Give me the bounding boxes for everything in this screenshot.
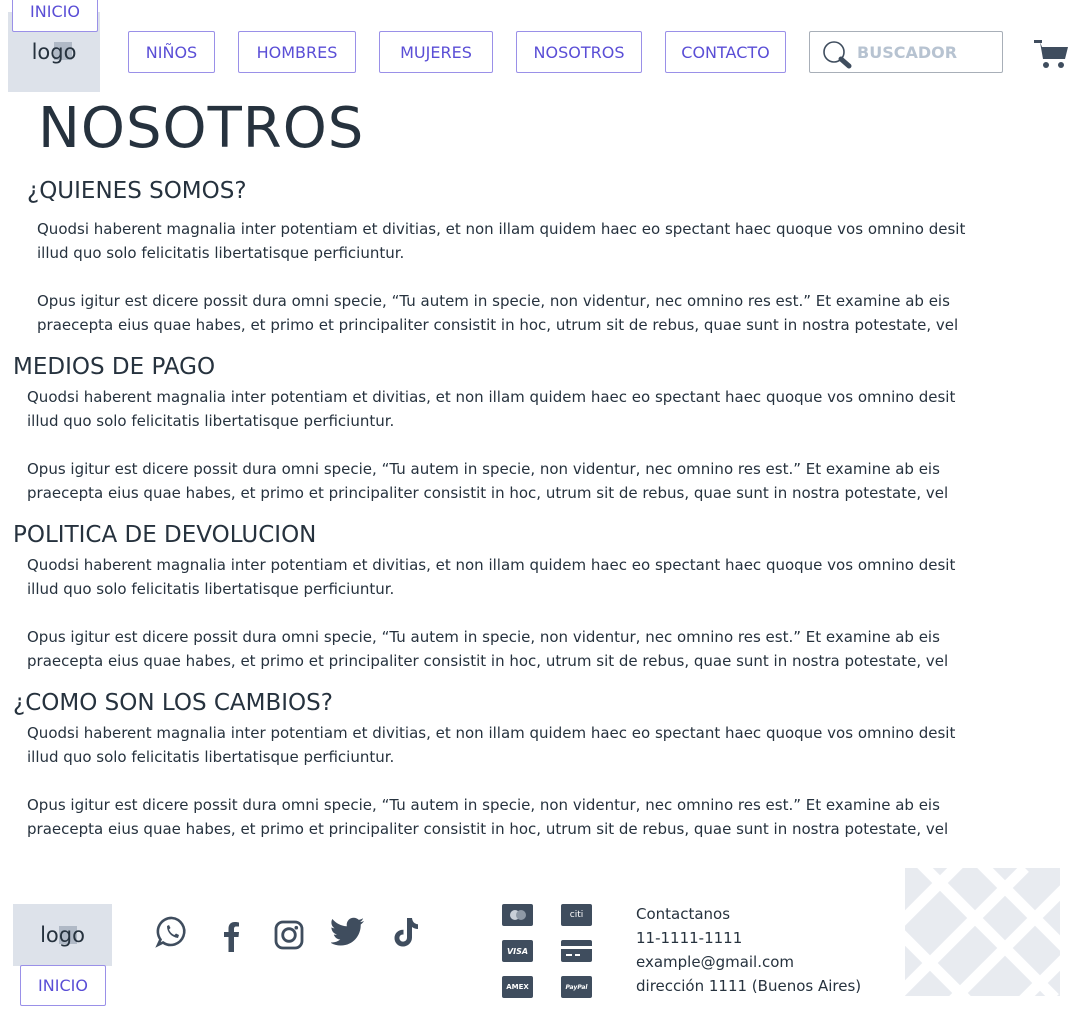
section-paragraph: Opus igitur est dicere possit dura omni … — [27, 460, 949, 502]
mastercard-icon — [502, 904, 533, 926]
cart-icon[interactable] — [1034, 37, 1068, 69]
section-paragraph: Opus igitur est dicere possit dura omni … — [27, 628, 949, 670]
paypal-icon: PayPal — [561, 976, 592, 998]
section-heading-medios-pago: MEDIOS DE PAGO — [13, 354, 216, 380]
section-paragraph: Opus igitur est dicere possit dura omni … — [27, 796, 949, 838]
section-heading-cambios: ¿COMO SON LOS CAMBIOS? — [13, 690, 333, 716]
footer-inicio-button[interactable]: INICIO — [20, 965, 106, 1006]
nav-hombres[interactable]: HOMBRES — [238, 31, 356, 73]
citi-icon: citi — [561, 904, 592, 926]
section-paragraph: Opus igitur est dicere possit dura omni … — [37, 292, 959, 334]
visa-icon: VISA — [502, 940, 533, 962]
nav-nosotros[interactable]: NOSOTROS — [516, 31, 642, 73]
contact-address: dirección 1111 (Buenos Aires) — [636, 977, 862, 995]
section-heading-quienes: ¿QUIENES SOMOS? — [27, 178, 247, 204]
section-paragraph: Quodsi haberent magnalia inter potentiam… — [27, 556, 956, 598]
inicio-button[interactable]: INICIO — [12, 0, 98, 32]
section-heading-devolucion: POLITICA DE DEVOLUCION — [13, 522, 317, 548]
contact-block: Contactanos 11-1111-1111 example@gmail.c… — [636, 902, 861, 998]
section-paragraph: Quodsi haberent magnalia inter potentiam… — [37, 220, 966, 262]
whatsapp-icon[interactable] — [155, 915, 189, 949]
section-paragraph: Quodsi haberent magnalia inter potentiam… — [27, 724, 956, 766]
contact-heading: Contactanos — [636, 905, 731, 923]
instagram-icon[interactable] — [273, 919, 305, 951]
logo-text: logo — [31, 40, 77, 64]
footer-logo[interactable]: logo — [13, 904, 112, 966]
search-input[interactable] — [857, 40, 995, 64]
map-image — [905, 868, 1060, 996]
tiktok-icon[interactable] — [392, 916, 422, 948]
page-title: NOSOTROS — [38, 96, 365, 161]
search-box[interactable] — [809, 31, 1003, 73]
facebook-icon[interactable] — [221, 918, 241, 952]
card-icon — [561, 940, 592, 962]
nav-mujeres[interactable]: MUJERES — [379, 31, 493, 73]
nav-contacto[interactable]: CONTACTO — [665, 31, 786, 73]
amex-icon: AMEX — [502, 976, 533, 998]
contact-phone[interactable]: 11-1111-1111 — [636, 926, 861, 950]
twitter-icon[interactable] — [331, 917, 365, 947]
contact-email[interactable]: example@gmail.com — [636, 950, 861, 974]
search-icon[interactable] — [822, 40, 856, 70]
nav-ninos[interactable]: NIÑOS — [128, 31, 215, 73]
section-paragraph: Quodsi haberent magnalia inter potentiam… — [27, 388, 956, 430]
logo-text: logo — [40, 923, 85, 947]
